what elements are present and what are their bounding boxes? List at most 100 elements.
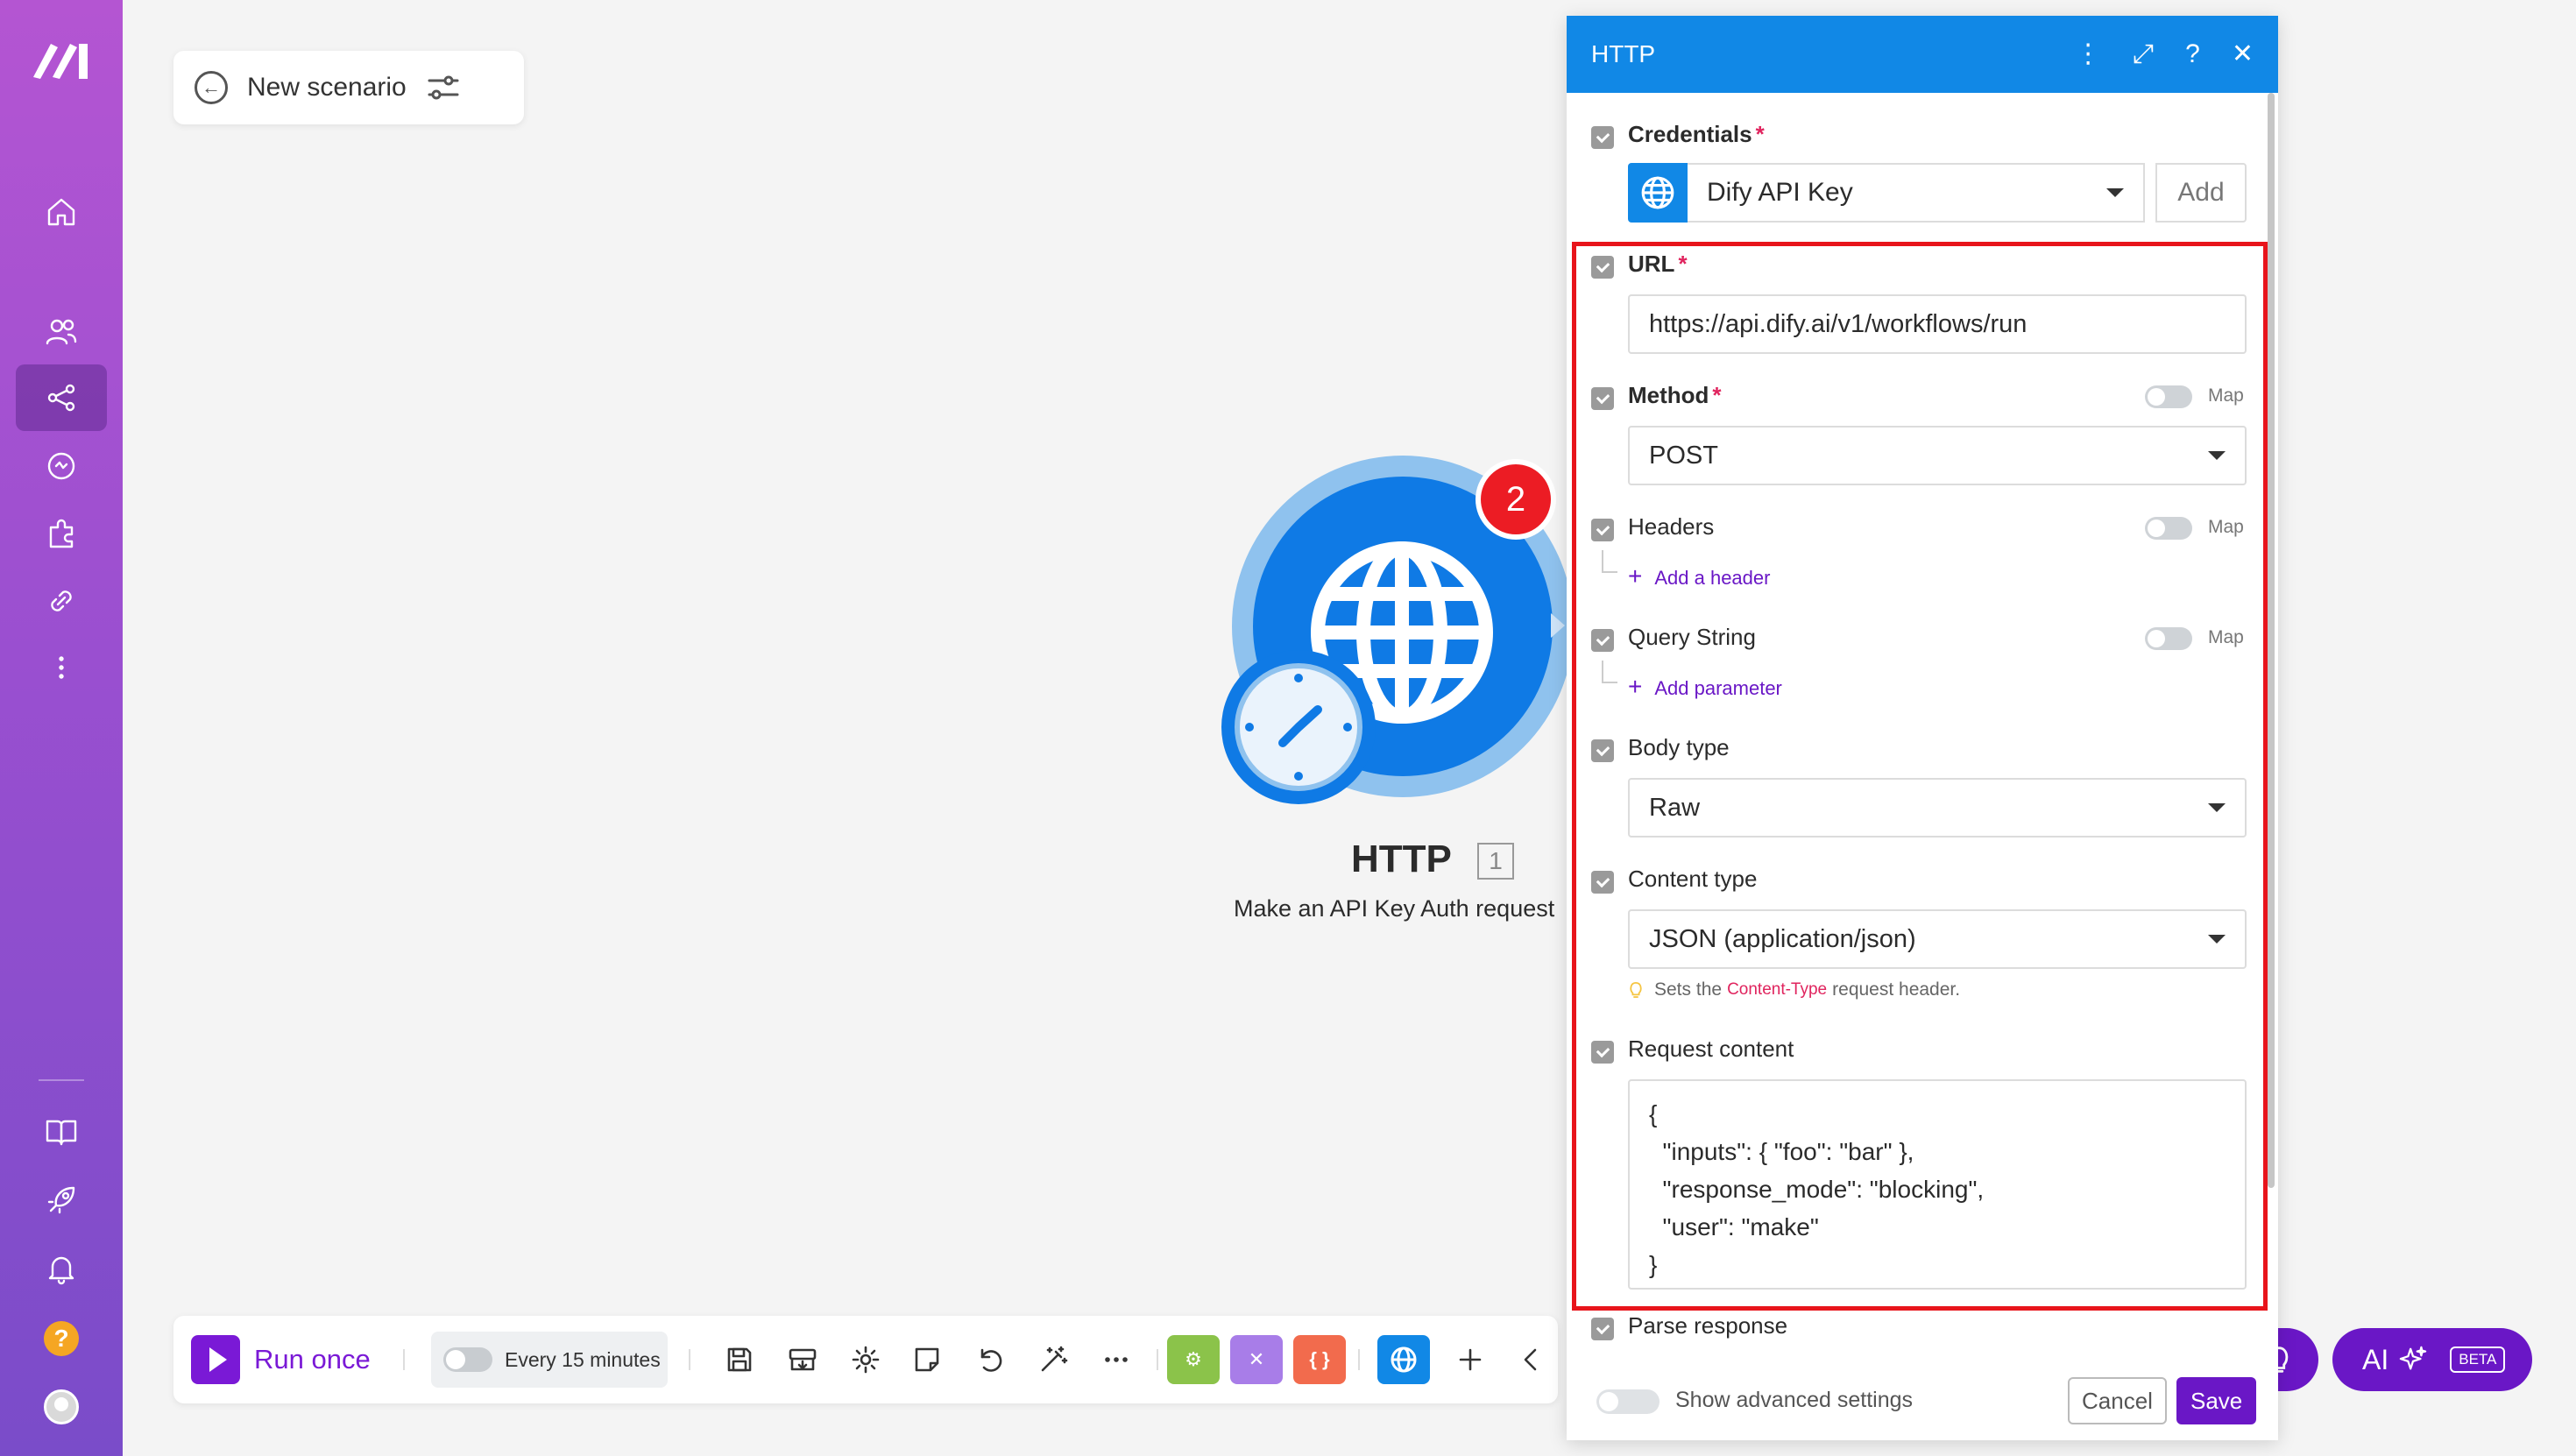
cancel-button[interactable]: Cancel (2068, 1377, 2167, 1424)
query-string-checkbox[interactable] (1591, 629, 1614, 652)
query-string-map-label: Map (2208, 627, 2244, 647)
run-once-button[interactable] (191, 1335, 240, 1384)
undo-icon[interactable] (973, 1342, 1008, 1377)
credentials-select[interactable]: Dify API Key (1688, 163, 2145, 223)
toolbar-divider (689, 1349, 690, 1370)
chevron-down-icon (2208, 803, 2226, 812)
method-checkbox[interactable] (1591, 387, 1614, 410)
query-string-label: Query String (1628, 624, 1756, 650)
save-button[interactable]: Save (2176, 1377, 2257, 1424)
toolbar-divider (403, 1349, 405, 1370)
settings-sliders-icon[interactable] (426, 70, 461, 105)
method-map-label: Map (2208, 385, 2244, 406)
help-icon[interactable]: ? (44, 1321, 79, 1356)
puzzle-icon[interactable] (16, 501, 107, 568)
headers-map-toggle[interactable] (2145, 517, 2192, 540)
book-icon[interactable] (16, 1099, 107, 1165)
body-type-select[interactable]: Raw (1628, 778, 2247, 838)
bottom-toolbar: Run once Every 15 minutes ⚙ ✕ { } (173, 1316, 1558, 1403)
more-vertical-icon[interactable] (16, 634, 107, 701)
schedule-control[interactable]: Every 15 minutes (431, 1332, 668, 1388)
json-module-icon[interactable]: { } (1293, 1335, 1346, 1384)
error-count-badge[interactable]: 2 (1481, 464, 1551, 534)
add-parameter-link[interactable]: + Add parameter (1628, 673, 1782, 701)
parse-response-checkbox[interactable] (1591, 1318, 1614, 1340)
plus-icon: + (1628, 673, 1643, 700)
toolbar-divider (1358, 1349, 1360, 1370)
dialog-scrollbar[interactable] (2268, 93, 2275, 1188)
save-icon[interactable] (722, 1342, 757, 1377)
add-header-link[interactable]: + Add a header (1628, 562, 1770, 590)
request-content-textarea[interactable]: { "inputs": { "foo": "bar" }, "response_… (1628, 1079, 2247, 1290)
ai-assistant-button[interactable]: AI BETA (2332, 1328, 2532, 1391)
export-icon[interactable] (785, 1342, 820, 1377)
content-type-select[interactable]: JSON (application/json) (1628, 909, 2247, 969)
close-icon[interactable]: ✕ (2232, 39, 2254, 70)
bell-icon[interactable] (16, 1235, 107, 1302)
body-type-label: Body type (1628, 734, 1730, 760)
add-module-icon[interactable] (1453, 1342, 1488, 1377)
request-content-checkbox[interactable] (1591, 1041, 1614, 1064)
chevron-down-icon (2208, 451, 2226, 460)
method-select[interactable]: POST (1628, 426, 2247, 485)
tree-connector (1602, 550, 1617, 573)
flow-control-icon[interactable]: ✕ (1230, 1335, 1283, 1384)
parse-response-label: Parse response (1628, 1312, 1788, 1339)
body-type-checkbox[interactable] (1591, 739, 1614, 762)
hint-suffix: request header. (1832, 979, 1961, 1000)
note-icon[interactable] (909, 1342, 945, 1377)
sidebar-divider (39, 1079, 84, 1081)
home-icon[interactable] (16, 179, 107, 245)
http-module-dialog: HTTP ⋮ ⤢ ? ✕ Credentials * Dify API Key A… (1567, 16, 2278, 1440)
advanced-settings-label: Show advanced settings (1675, 1388, 1914, 1412)
credentials-checkbox[interactable] (1591, 126, 1614, 149)
body-type-value: Raw (1649, 793, 1701, 822)
connections-link-icon[interactable] (16, 568, 107, 634)
back-arrow-icon[interactable]: ← (195, 71, 228, 104)
expand-icon[interactable]: ⤢ (2133, 39, 2154, 70)
schedule-toggle[interactable] (443, 1347, 492, 1372)
query-string-map-toggle[interactable] (2145, 627, 2192, 650)
scenario-title[interactable]: New scenario (247, 73, 407, 102)
left-sidebar: ? (0, 0, 123, 1456)
url-input[interactable]: https://api.dify.ai/v1/workflows/run (1628, 294, 2247, 354)
module-name: HTTP (1351, 838, 1452, 880)
avatar[interactable] (44, 1389, 79, 1424)
dialog-header: HTTP ⋮ ⤢ ? ✕ (1567, 16, 2278, 93)
schedule-label: Every 15 minutes (505, 1347, 661, 1371)
tools-module-icon[interactable]: ⚙ (1167, 1335, 1220, 1384)
http-module-icon[interactable] (1377, 1335, 1430, 1384)
url-checkbox[interactable] (1591, 256, 1614, 279)
hint-prefix: Sets the (1654, 979, 1723, 1000)
advanced-settings-toggle[interactable] (1596, 1389, 1660, 1414)
headers-label: Headers (1628, 513, 1715, 540)
beta-badge: BETA (2450, 1346, 2506, 1373)
magic-wand-icon[interactable] (1036, 1342, 1071, 1377)
team-icon[interactable] (16, 298, 107, 364)
gear-icon[interactable] (848, 1342, 883, 1377)
module-connector-arrow (1551, 613, 1565, 638)
credentials-label: Credentials * (1628, 121, 1765, 147)
ai-agents-icon[interactable] (16, 433, 107, 499)
headers-checkbox[interactable] (1591, 519, 1614, 541)
help-icon[interactable]: ? (2185, 39, 2200, 70)
make-logo-icon[interactable] (32, 39, 93, 81)
method-value: POST (1649, 441, 1718, 470)
module-index: 1 (1477, 843, 1514, 880)
method-map-toggle[interactable] (2145, 385, 2192, 408)
request-content-label: Request content (1628, 1035, 1794, 1062)
more-vertical-icon[interactable]: ⋮ (2075, 39, 2101, 70)
content-type-label: Content type (1628, 866, 1758, 892)
add-credential-button[interactable]: Add (2155, 163, 2247, 223)
sparkle-icon (2399, 1346, 2427, 1370)
run-once-label[interactable]: Run once (254, 1344, 371, 1375)
chevron-left-icon[interactable] (1514, 1342, 1549, 1377)
toolbar-divider (1157, 1349, 1158, 1370)
method-label: Method * (1628, 382, 1722, 408)
rocket-icon[interactable] (16, 1167, 107, 1233)
hint-code: Content-Type (1727, 980, 1828, 999)
scenarios-icon[interactable] (16, 364, 107, 431)
content-type-checkbox[interactable] (1591, 871, 1614, 894)
plus-icon: + (1628, 562, 1643, 590)
more-horizontal-icon[interactable] (1099, 1342, 1134, 1377)
